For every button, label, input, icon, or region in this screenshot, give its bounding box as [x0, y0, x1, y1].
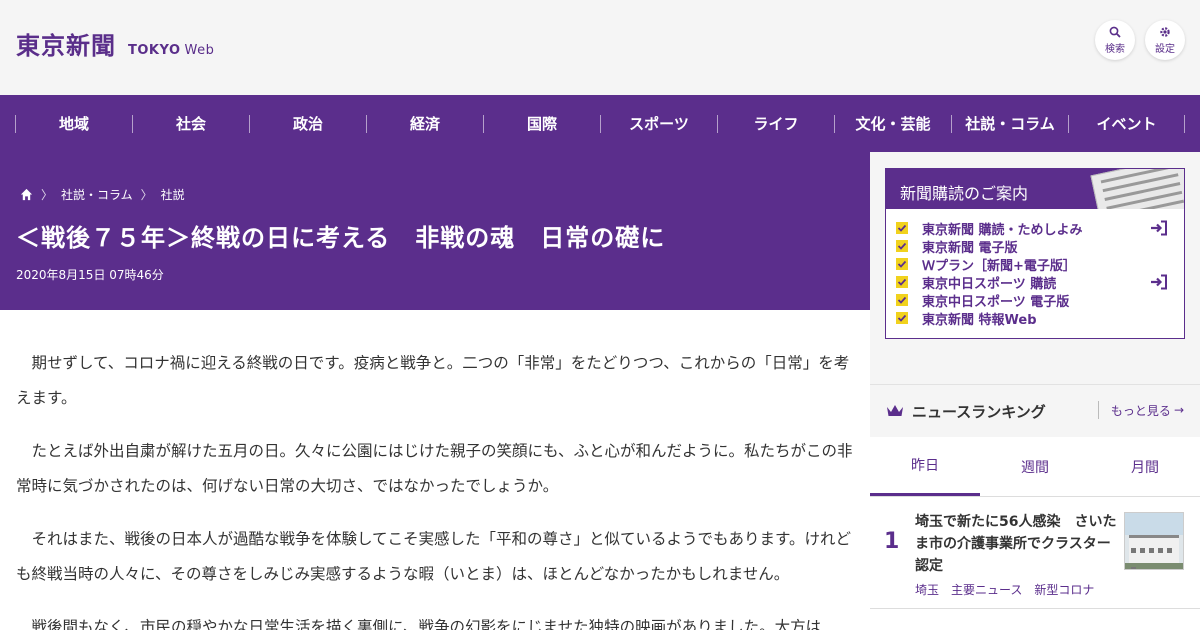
check-icon	[896, 276, 908, 288]
article-body: 期せずして、コロナ禍に迎える終戦の日です。疫病と戦争と。二つの「非常」をたどりつ…	[0, 310, 870, 630]
search-icon	[1109, 26, 1121, 38]
subscription-item[interactable]: Ｗプラン［新聞+電子版］	[896, 255, 1184, 274]
tag-link[interactable]: 新型コロナ	[1034, 581, 1094, 598]
nav-item[interactable]: イベント	[1068, 114, 1185, 133]
site-header: 東京新聞 TOKYO Web 検索 設定	[0, 0, 1200, 95]
breadcrumb-separator: 〉	[140, 188, 153, 202]
ranking-item[interactable]: 1 埼玉で新たに56人感染 さいたま市の介護事業所でクラスター認定 埼玉 主要ニ…	[870, 497, 1200, 609]
ranking-header: ニュースランキング もっと見る →	[870, 385, 1200, 437]
check-icon	[896, 240, 908, 252]
page: 東京新聞 TOKYO Web 検索 設定 地域 社会 政治 経済 国際 スポーツ …	[0, 0, 1200, 630]
tab-monthly[interactable]: 月間	[1090, 437, 1200, 496]
tag-link[interactable]: 主要ニュース	[951, 581, 1022, 598]
breadcrumb-item[interactable]: 社説・コラム	[61, 186, 133, 203]
breadcrumb: 〉 社説・コラム 〉 社説	[20, 186, 185, 203]
subscription-header[interactable]: 新聞購読のご案内	[886, 169, 1184, 209]
breadcrumb-item[interactable]: 社説	[161, 186, 185, 203]
check-icon	[896, 312, 908, 324]
article-paragraph: たとえば外出自粛が解けた五月の日。久々に公園にはじけた親子の笑顔にも、ふと心が和…	[16, 442, 853, 495]
subscription-title: 新聞購読のご案内	[900, 184, 1029, 203]
subscription-label: 東京中日スポーツ 電子版	[922, 294, 1070, 310]
nav-item[interactable]: 経済	[366, 114, 483, 133]
search-button[interactable]: 検索	[1095, 20, 1135, 60]
news-thumbnail[interactable]	[1124, 512, 1184, 570]
more-link[interactable]: もっと見る →	[1097, 401, 1184, 419]
article-paragraph: 期せずして、コロナ禍に迎える終戦の日です。疫病と戦争と。二つの「非常」をたどりつ…	[16, 354, 850, 407]
check-icon	[896, 294, 908, 306]
site-logo[interactable]: 東京新聞 TOKYO Web	[16, 26, 214, 61]
breadcrumb-separator: 〉	[41, 188, 54, 202]
arrow-right-icon: →	[1173, 403, 1184, 417]
settings-label: 設定	[1155, 43, 1175, 55]
nav-item[interactable]: 社会	[132, 114, 249, 133]
rank-tags: 埼玉 主要ニュース 新型コロナ	[915, 581, 1094, 598]
article-title: ＜戦後７５年＞終戦の日に考える 非戦の魂 日常の礎に	[16, 224, 666, 252]
newspaper-icon	[1090, 169, 1184, 209]
subscription-item[interactable]: 東京中日スポーツ 電子版	[896, 291, 1184, 310]
crown-icon	[887, 405, 903, 416]
check-icon	[896, 258, 908, 270]
article-paragraph: 戦後間もなく、市民の穏やかな日常生活を描く裏側に、戦争の幻影をにじませた独特の映…	[31, 618, 822, 630]
subscription-label: Ｗプラン［新聞+電子版］	[922, 258, 1076, 274]
subscription-label: 東京新聞 購読・ためしよみ	[922, 222, 1083, 238]
subscription-item[interactable]: 東京新聞 購読・ためしよみ	[896, 219, 1184, 238]
subscription-label: 東京中日スポーツ 購読	[922, 276, 1057, 292]
nav-item[interactable]: 社説・コラム	[951, 114, 1068, 133]
logo-text: 東京新聞	[16, 31, 116, 60]
nav-item[interactable]: 政治	[249, 114, 366, 133]
main-nav: 地域 社会 政治 経済 国際 スポーツ ライフ 文化・芸能 社説・コラム イベン…	[0, 95, 1200, 152]
subscription-box: 新聞購読のご案内 東京新聞 購読・ためしよみ 東京新聞 電子版 Ｗプラン［新聞+…	[885, 168, 1185, 339]
nav-item[interactable]: ライフ	[717, 114, 834, 133]
tag-link[interactable]: 埼玉	[915, 581, 939, 598]
login-icon[interactable]	[1150, 274, 1168, 290]
search-label: 検索	[1105, 43, 1125, 55]
sidebar: 新聞購読のご案内 東京新聞 購読・ためしよみ 東京新聞 電子版 Ｗプラン［新聞+…	[870, 152, 1200, 630]
news-ranking: ニュースランキング もっと見る → 昨日 週間 月間 1 埼玉で新たに56人感染 …	[870, 384, 1200, 630]
subscription-label: 東京新聞 特報Web	[922, 312, 1037, 328]
nav-item[interactable]: 国際	[483, 114, 600, 133]
tab-yesterday[interactable]: 昨日	[870, 437, 980, 496]
more-label: もっと見る	[1110, 403, 1171, 418]
article-date: 2020年8月15日 07時46分	[16, 268, 164, 282]
logo-subtitle: TOKYO Web	[128, 43, 214, 58]
article-paragraph: それはまた、戦後の日本人が過酷な戦争を体験してこそ実感した「平和の尊さ」と似てい…	[16, 530, 851, 583]
ranking-title: ニュースランキング	[912, 402, 1046, 421]
subscription-list: 東京新聞 購読・ためしよみ 東京新聞 電子版 Ｗプラン［新聞+電子版］ 東京中日…	[886, 209, 1184, 328]
rank-headline[interactable]: 埼玉で新たに56人感染 さいたま市の介護事業所でクラスター認定	[915, 511, 1120, 577]
subscription-item[interactable]: 東京新聞 電子版	[896, 237, 1184, 256]
ranking-tabs: 昨日 週間 月間	[870, 437, 1200, 497]
logo-web: Web	[184, 43, 215, 58]
subscription-item[interactable]: 東京中日スポーツ 購読	[896, 273, 1184, 292]
tab-weekly[interactable]: 週間	[980, 437, 1090, 496]
subscription-label: 東京新聞 電子版	[922, 240, 1018, 256]
rank-number: 1	[884, 529, 900, 554]
settings-button[interactable]: 設定	[1145, 20, 1185, 60]
check-icon	[896, 222, 908, 234]
nav-item[interactable]: 文化・芸能	[834, 114, 951, 133]
nav-item[interactable]: 地域	[15, 114, 132, 133]
subscription-item[interactable]: 東京新聞 特報Web	[896, 309, 1184, 328]
login-icon[interactable]	[1150, 220, 1168, 236]
gear-icon	[1160, 26, 1170, 37]
home-icon[interactable]	[20, 188, 33, 201]
logo-tokyo: TOKYO	[128, 43, 181, 58]
article-header: 〉 社説・コラム 〉 社説 ＜戦後７５年＞終戦の日に考える 非戦の魂 日常の礎に…	[0, 152, 870, 310]
nav-item[interactable]: スポーツ	[600, 114, 717, 133]
